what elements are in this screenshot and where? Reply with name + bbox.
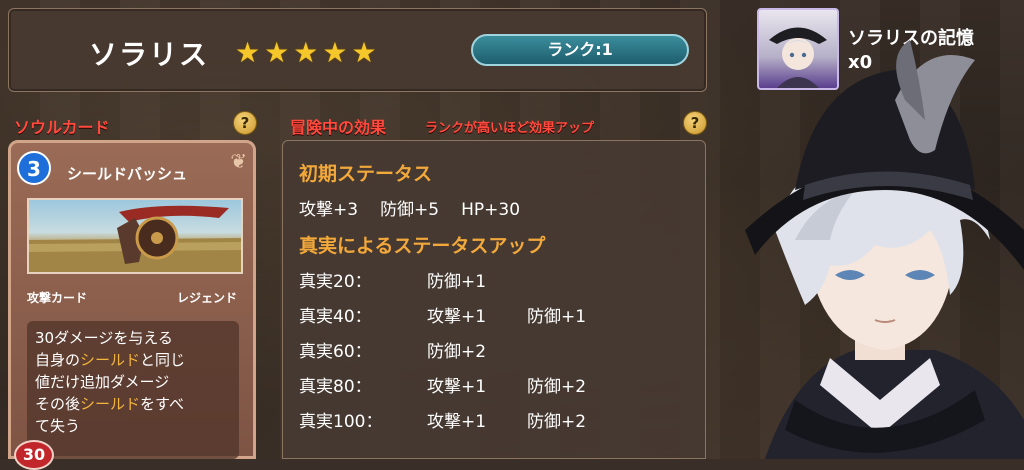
initial-hp: HP+30 xyxy=(461,200,521,220)
card-damage-badge: 30 xyxy=(14,440,54,470)
soul-card[interactable]: 3 シールドバッシュ ❦ 攻撃カード レジェンド 30ダメージを与える 自身のシ… xyxy=(8,140,256,459)
truth-row-bonus-a: 攻撃+1 xyxy=(427,377,487,397)
truth-row-bonus-b: 防御+2 xyxy=(527,412,587,432)
adventure-effects-panel: 初期ステータス 攻撃+3 防御+5 HP+30 真実によるステータスアップ 真実20… xyxy=(282,140,706,459)
soul-card-help-icon[interactable]: ? xyxy=(233,111,257,135)
star-icon: ★ xyxy=(264,36,290,69)
character-header-panel: ソラリス ★ ★ ★ ★ ★ ランク:1 xyxy=(8,8,707,92)
truth-row-bonus-b: 防御+2 xyxy=(527,377,587,397)
star-icon: ★ xyxy=(351,36,377,69)
card-desc-line: 30ダメージを与える xyxy=(35,329,173,347)
card-art-image xyxy=(27,198,243,274)
truth-bonus-heading: 真実によるステータスアップ xyxy=(299,235,546,257)
initial-defense: 防御+5 xyxy=(380,200,440,220)
card-flourish-ornament: ❦ xyxy=(230,149,247,173)
character-name: ソラリス xyxy=(89,38,210,71)
card-cost-badge: 3 xyxy=(17,151,51,185)
shield-warrior-illustration xyxy=(29,205,241,272)
soul-card-section-title: ソウルカード xyxy=(14,118,110,137)
truth-row-bonus-a: 攻撃+1 xyxy=(427,307,487,327)
initial-status-heading: 初期ステータス xyxy=(299,163,433,185)
effects-section-title: 冒険中の効果 xyxy=(290,118,387,137)
truth-row-label: 真実40： xyxy=(299,307,372,327)
card-type: 攻撃カード xyxy=(27,291,88,305)
truth-row-label: 真実60： xyxy=(299,342,372,362)
initial-status-values: 攻撃+3 防御+5 HP+30 xyxy=(299,195,520,220)
truth-row-bonus-a: 攻撃+1 xyxy=(427,412,487,432)
star-icon: ★ xyxy=(322,36,348,69)
card-name: シールドバッシュ xyxy=(67,165,188,183)
effects-help-icon[interactable]: ? xyxy=(683,111,707,135)
effects-section-subtitle: ランクが高いほど効果アップ xyxy=(425,121,595,136)
star-icon: ★ xyxy=(235,36,261,69)
truth-row-bonus-b: 防御+1 xyxy=(527,307,587,327)
star-icon: ★ xyxy=(293,36,319,69)
shield-keyword[interactable]: シールド xyxy=(80,395,140,413)
truth-row-label: 真実20： xyxy=(299,272,372,292)
truth-row-label: 真実80： xyxy=(299,377,372,397)
shield-keyword[interactable]: シールド xyxy=(80,351,140,369)
card-desc-line: 自身のシールドと同じ xyxy=(35,351,186,369)
card-rarity: レジェンド xyxy=(176,291,237,305)
card-desc-line: 値だけ追加ダメージ xyxy=(35,373,170,391)
rank-bar[interactable]: ランク:1 xyxy=(471,34,689,66)
character-portrait xyxy=(745,40,1024,459)
truth-row-bonus-a: 防御+2 xyxy=(427,342,487,362)
initial-attack: 攻撃+3 xyxy=(299,200,359,220)
star-rating: ★ ★ ★ ★ ★ xyxy=(235,39,377,67)
card-desc-line: その後シールドをすべ xyxy=(35,395,184,413)
card-description: 30ダメージを与える 自身のシールドと同じ 値だけ追加ダメージ その後シールドを… xyxy=(27,321,239,459)
truth-row-bonus-a: 防御+1 xyxy=(427,272,487,292)
truth-row-label: 真実100： xyxy=(299,412,383,432)
card-desc-line: て失う xyxy=(35,417,81,435)
